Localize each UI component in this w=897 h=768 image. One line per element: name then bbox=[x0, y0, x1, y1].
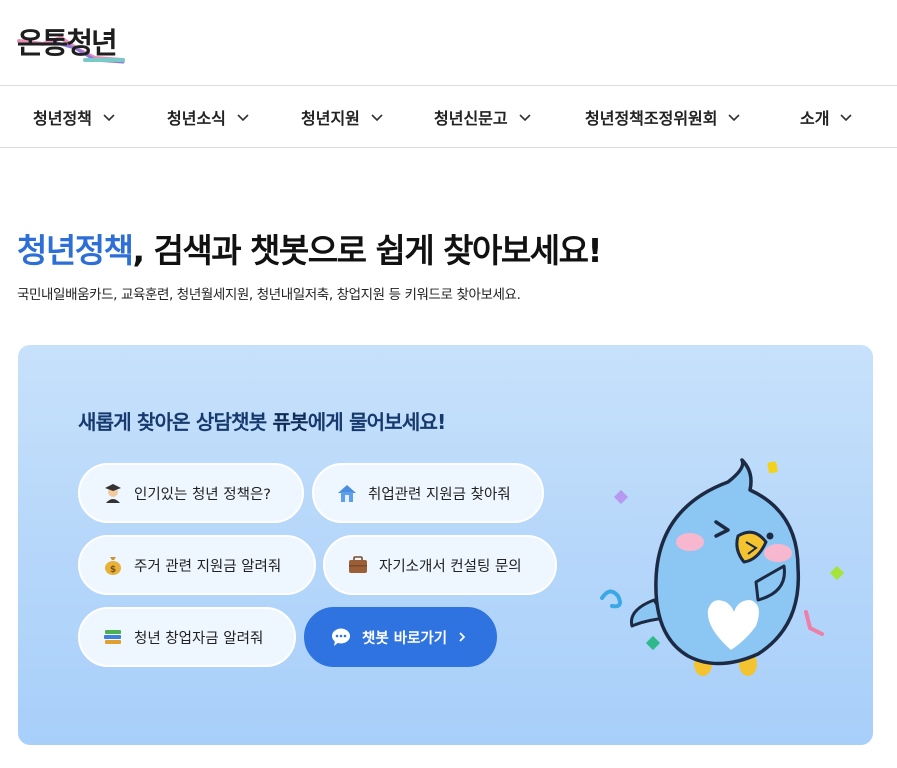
chevron-down-icon bbox=[728, 113, 741, 121]
chevron-down-icon bbox=[103, 113, 115, 121]
chatbot-title-pre: 새롭게 찾아온 상담챗봇 bbox=[78, 410, 273, 434]
suggestion-employment-support[interactable]: 취업관련 지원금 찾아줘 bbox=[312, 463, 544, 523]
logo-wordmark: 온통청년 bbox=[17, 26, 118, 60]
chatbot-mascot-illustration bbox=[600, 458, 845, 676]
chevron-down-icon bbox=[840, 113, 853, 121]
nav-item-youth-support[interactable]: 청년지원 bbox=[301, 86, 384, 147]
house-icon bbox=[338, 485, 356, 502]
chevron-right-icon bbox=[459, 632, 466, 642]
nav-item-label: 청년정책조정위원회 bbox=[585, 108, 718, 128]
nav-item-label: 청년신문고 bbox=[434, 108, 508, 128]
nav-item-label: 청년지원 bbox=[301, 108, 360, 128]
chatbot-card: 새롭게 찾아온 상담챗봇 퓨봇에게 물어보세요! 인기있는 청년 정책은? 취업… bbox=[18, 345, 873, 745]
nav-item-about[interactable]: 소개 bbox=[800, 86, 853, 147]
page-title-rest: , 검색과 챗봇으로 쉽게 찾아보세요! bbox=[132, 231, 602, 270]
chatbot-go-button[interactable]: 챗봇 바로가기 bbox=[304, 607, 497, 667]
money-bag-icon: $ bbox=[105, 557, 121, 575]
suggestion-label: 청년 창업자금 알려줘 bbox=[134, 630, 264, 647]
suggestion-label: 주거 관련 지원금 알려줘 bbox=[134, 558, 282, 575]
suggestion-popular-policy[interactable]: 인기있는 청년 정책은? bbox=[78, 463, 304, 523]
briefcase-icon bbox=[349, 556, 367, 573]
nav-item-youth-news[interactable]: 청년소식 bbox=[167, 86, 250, 147]
nav-item-label: 청년정책 bbox=[33, 108, 92, 128]
page-title: 청년정책, 검색과 챗봇으로 쉽게 찾아보세요! bbox=[17, 224, 603, 272]
nav-item-youth-policy[interactable]: 청년정책 bbox=[33, 86, 116, 147]
books-icon bbox=[104, 630, 121, 644]
suggestion-label: 취업관련 지원금 찾아줘 bbox=[368, 486, 511, 503]
chevron-down-icon bbox=[519, 113, 531, 121]
chatbot-name: 퓨봇 bbox=[272, 410, 309, 434]
site-header: 온통청년 bbox=[0, 0, 897, 86]
suggestion-housing-support[interactable]: $ 주거 관련 지원금 알려줘 bbox=[78, 535, 316, 595]
chevron-down-icon bbox=[237, 113, 249, 121]
chatbot-title-post: 에게 물어보세요! bbox=[307, 410, 446, 434]
site-logo[interactable]: 온통청년 bbox=[17, 24, 127, 68]
chatbot-title: 새롭게 찾아온 상담챗봇 퓨봇에게 물어보세요! bbox=[78, 406, 446, 435]
suggestion-resume-consulting[interactable]: 자기소개서 컨설팅 문의 bbox=[323, 535, 557, 595]
page-title-accent: 청년정책 bbox=[17, 231, 134, 270]
main-nav: 청년정책 청년소식 청년지원 청년신문고 청년정책조정위원회 소개 bbox=[0, 86, 897, 148]
svg-text:$: $ bbox=[110, 565, 116, 575]
suggestion-startup-fund[interactable]: 청년 창업자금 알려줘 bbox=[78, 607, 296, 667]
suggestion-label: 자기소개서 컨설팅 문의 bbox=[379, 558, 522, 575]
nav-item-youth-petition[interactable]: 청년신문고 bbox=[434, 86, 532, 147]
nav-item-label: 청년소식 bbox=[167, 108, 226, 128]
page-subtitle: 국민내일배움카드, 교육훈련, 청년월세지원, 청년내일저축, 창업지원 등 키… bbox=[17, 287, 521, 303]
graduate-icon bbox=[105, 484, 121, 503]
chatbot-go-label: 챗봇 바로가기 bbox=[362, 630, 448, 647]
nav-item-policy-committee[interactable]: 청년정책조정위원회 bbox=[585, 86, 741, 147]
suggestion-label: 인기있는 청년 정책은? bbox=[134, 486, 271, 503]
chevron-down-icon bbox=[371, 113, 383, 121]
nav-item-label: 소개 bbox=[800, 108, 830, 128]
speech-bubble-icon bbox=[332, 628, 350, 646]
